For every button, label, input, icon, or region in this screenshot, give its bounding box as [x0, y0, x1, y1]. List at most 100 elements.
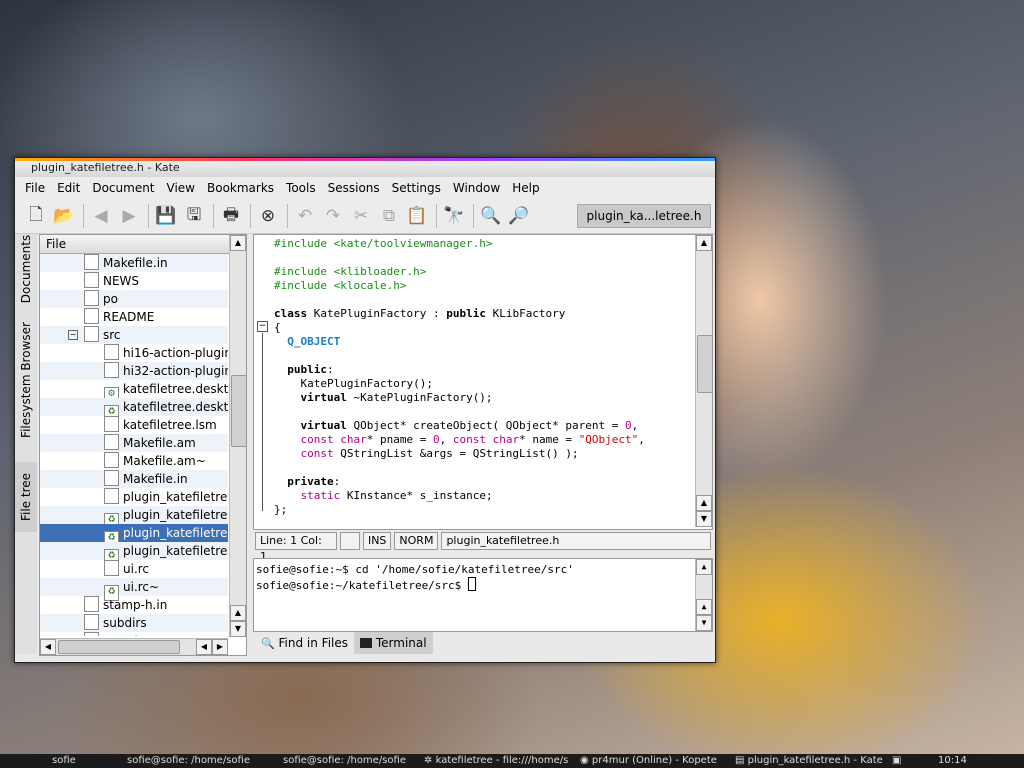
tab-find-in-files[interactable]: 🔍 Find in Files	[255, 632, 354, 654]
open-folder-icon[interactable]: 📂	[51, 203, 77, 229]
save-icon[interactable]: 💾	[153, 203, 179, 229]
back-icon[interactable]: ◀	[88, 203, 114, 229]
terminal-scroll-up-button[interactable]: ▲	[696, 559, 712, 575]
makefile-icon	[104, 452, 119, 468]
tree-row[interactable]: katefiletree.lsm	[40, 416, 228, 434]
redo-icon[interactable]: ↷	[320, 203, 346, 229]
code-line: static KInstance* s_instance;	[274, 489, 694, 503]
editor-scroll-down-button[interactable]: ▼	[696, 511, 712, 527]
file-tree-hscrollbar[interactable]: ◀ ◀ ▶	[40, 638, 228, 655]
tree-row[interactable]: hi32-action-plugin.p	[40, 362, 228, 380]
tree-row[interactable]: ♻plugin_katefiletree.c	[40, 506, 228, 529]
tree-row[interactable]: − src	[40, 326, 228, 344]
code-text[interactable]: #include <kate/toolviewmanager.h> #inclu…	[274, 237, 694, 517]
tree-row[interactable]: Makefile.am~	[40, 452, 228, 470]
tree-row[interactable]: ⚙katefiletree.desktop	[40, 380, 228, 403]
tree-row[interactable]: README	[40, 308, 228, 326]
taskbar-item[interactable]: ✲ katefiletree - file:///home/s	[424, 754, 568, 768]
tree-row[interactable]: hi16-action-plugin.p	[40, 344, 228, 362]
scroll-up-button[interactable]: ▲	[230, 235, 246, 251]
tree-row[interactable]: Makefile.in	[40, 254, 228, 272]
tree-row[interactable]: po	[40, 290, 228, 308]
tab-file-tree-label: File tree	[19, 472, 34, 522]
editor-scroll-up-button[interactable]: ▲	[696, 235, 712, 251]
zoom-out-icon[interactable]: 🔎	[506, 203, 532, 229]
menu-item[interactable]: Sessions	[322, 181, 386, 195]
tab-documents[interactable]: Documents	[15, 234, 37, 304]
collapse-icon[interactable]: −	[68, 330, 78, 340]
save-as-icon[interactable]: 🖫	[181, 203, 207, 229]
editor-scroll-thumb[interactable]	[697, 335, 713, 393]
file-tree-scrollbar[interactable]: ▲ ▲ ▼	[229, 235, 247, 637]
terminal-scroll-up-button-2[interactable]: ▲	[696, 599, 712, 615]
fold-marker-icon[interactable]: −	[257, 321, 268, 332]
tab-file-tree[interactable]: File tree	[15, 462, 37, 532]
scroll-up-button-2[interactable]: ▲	[230, 605, 246, 621]
scroll-right-button[interactable]: ▶	[212, 639, 228, 655]
systray-icon[interactable]: ▣	[892, 754, 901, 768]
find-icon[interactable]: 🔭	[441, 203, 467, 229]
tree-row[interactable]: ♻katefiletree.desktop	[40, 398, 228, 421]
hscroll-thumb[interactable]	[58, 640, 180, 654]
menu-item[interactable]: View	[161, 181, 201, 195]
code-token: ,	[439, 433, 453, 446]
tree-row[interactable]: ♻plugin_katefiletree.h	[40, 524, 228, 547]
window-titlebar[interactable]: plugin_katefiletree.h - Kate	[15, 158, 715, 177]
code-editor[interactable]: − #include <kate/toolviewmanager.h> #inc…	[253, 234, 713, 530]
tree-row[interactable]: stamp-h.in	[40, 596, 228, 614]
taskbar-item[interactable]: sofie	[52, 754, 76, 768]
tree-row[interactable]: templates	[40, 632, 228, 636]
code-token: #include <klocale.h>	[274, 279, 407, 292]
menu-item[interactable]: Document	[86, 181, 160, 195]
menu-item[interactable]: Edit	[51, 181, 86, 195]
scroll-left-button-2[interactable]: ◀	[196, 639, 212, 655]
taskbar-item-active[interactable]: ▤ plugin_katefiletree.h - Kate	[735, 754, 883, 768]
tree-row[interactable]: plugin_katefiletree.c	[40, 488, 228, 506]
close-document-icon[interactable]: ⊗	[255, 203, 281, 229]
tree-row[interactable]: NEWS	[40, 272, 228, 290]
toolbar-separator	[287, 204, 288, 228]
tree-row[interactable]: subdirs	[40, 614, 228, 632]
menu-item[interactable]: Tools	[280, 181, 322, 195]
scroll-thumb[interactable]	[231, 375, 247, 447]
menu-item[interactable]: Settings	[386, 181, 447, 195]
menu-item[interactable]: File	[19, 181, 51, 195]
editor-scrollbar[interactable]: ▲ ▲ ▼	[695, 235, 713, 527]
tree-row-label: plugin_katefiletree.h	[123, 544, 228, 558]
tree-row[interactable]: Makefile.am	[40, 434, 228, 452]
terminal-panel[interactable]: sofie@sofie:~$ cd '/home/sofie/katefilet…	[253, 558, 713, 632]
zoom-in-icon[interactable]: 🔍	[478, 203, 504, 229]
cut-icon[interactable]: ✂	[348, 203, 374, 229]
document-tab[interactable]: plugin_ka...letree.h	[577, 204, 711, 228]
code-token: public	[287, 363, 327, 376]
paste-icon[interactable]: 📋	[404, 203, 430, 229]
undo-icon[interactable]: ↶	[292, 203, 318, 229]
tab-filesystem-browser[interactable]: Filesystem Browser	[15, 318, 37, 442]
scroll-down-button[interactable]: ▼	[230, 621, 246, 637]
print-icon[interactable]: 🖶	[218, 203, 244, 229]
taskbar-item[interactable]: ◉ pr4mur (Online) - Kopete	[580, 754, 717, 768]
kopete-icon: ◉	[580, 755, 589, 766]
copy-icon[interactable]: ⧉	[376, 203, 402, 229]
taskbar-item[interactable]: sofie@sofie: /home/sofie	[127, 754, 250, 768]
forward-icon[interactable]: ▶	[116, 203, 142, 229]
scroll-left-button[interactable]: ◀	[40, 639, 56, 655]
terminal-output[interactable]: sofie@sofie:~$ cd '/home/sofie/katefilet…	[254, 559, 712, 595]
normal-mode[interactable]: NORM	[394, 532, 439, 550]
file-tree-header[interactable]: File	[40, 235, 246, 254]
new-document-icon[interactable]: 🗋	[23, 203, 49, 229]
tree-row[interactable]: Makefile.in	[40, 470, 228, 488]
menu-item[interactable]: Window	[447, 181, 506, 195]
tree-row[interactable]: ♻plugin_katefiletree.h	[40, 542, 228, 565]
menu-item[interactable]: Help	[506, 181, 545, 195]
insert-mode[interactable]: INS	[362, 532, 392, 550]
tree-row[interactable]: ui.rc	[40, 560, 228, 578]
editor-scroll-up-button-2[interactable]: ▲	[696, 495, 712, 511]
terminal-scroll-down-button[interactable]: ▼	[696, 615, 712, 631]
tab-terminal[interactable]: Terminal	[354, 632, 433, 654]
taskbar-item[interactable]: sofie@sofie: /home/sofie	[283, 754, 406, 768]
terminal-scrollbar[interactable]: ▲ ▲ ▼	[695, 559, 712, 631]
tree-row[interactable]: ♻ ui.rc~	[40, 578, 228, 601]
menu-item[interactable]: Bookmarks	[201, 181, 280, 195]
